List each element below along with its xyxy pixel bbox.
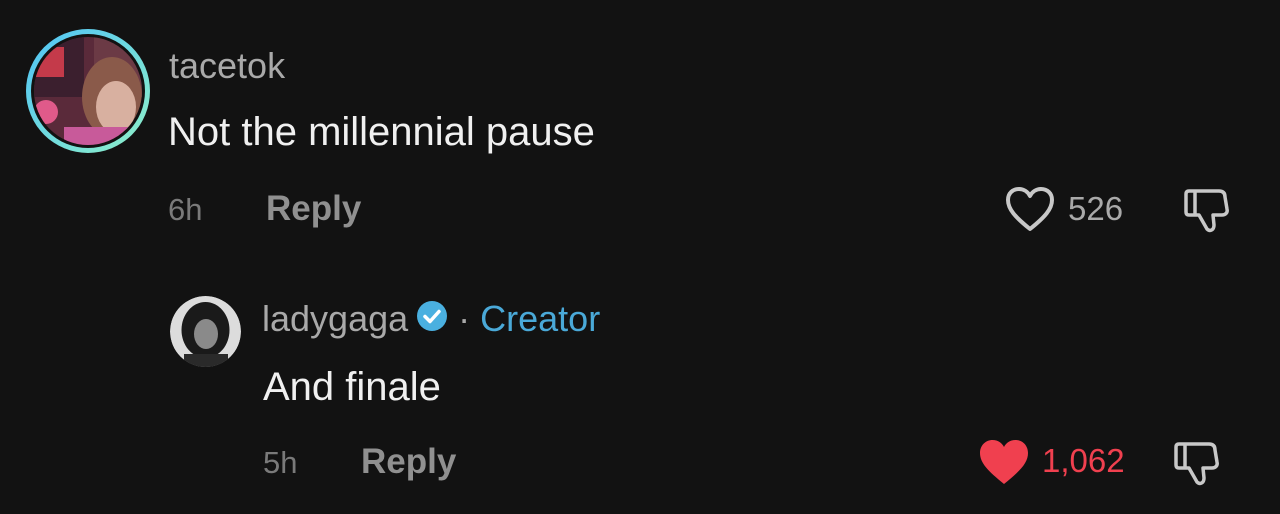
reply-like-button[interactable]: [978, 438, 1030, 491]
thumbs-down-icon: [1174, 442, 1219, 486]
separator-dot: ·: [458, 297, 471, 339]
creator-badge: Creator: [480, 297, 601, 339]
like-count: 526: [1068, 190, 1124, 227]
comment-thread: tacetok Not the millennial pause 6h Repl…: [0, 0, 1280, 514]
reply-username[interactable]: ladygaga: [262, 300, 408, 337]
like-button[interactable]: [1005, 186, 1055, 237]
reply-header: ladygaga · Creator: [262, 300, 600, 337]
reply-timestamp: 5h: [263, 445, 298, 480]
comment-timestamp: 6h: [168, 192, 203, 227]
verified-check-icon: [416, 300, 448, 337]
avatar-ladygaga[interactable]: [170, 296, 241, 367]
reply-like-count: 1,062: [1042, 442, 1125, 479]
heart-icon: [980, 440, 1028, 484]
thumbs-down-icon: [1184, 189, 1229, 233]
comment-username[interactable]: tacetok: [169, 48, 285, 84]
reply-dislike-button[interactable]: [1173, 436, 1225, 493]
reply-text: And finale: [263, 365, 441, 409]
dislike-button[interactable]: [1183, 183, 1235, 240]
heart-icon: [1006, 187, 1054, 231]
reply-reply-button[interactable]: Reply: [361, 444, 456, 479]
comment-text: Not the millennial pause: [168, 110, 595, 154]
avatar-tacetok[interactable]: [24, 27, 152, 155]
reply-button[interactable]: Reply: [266, 191, 361, 226]
